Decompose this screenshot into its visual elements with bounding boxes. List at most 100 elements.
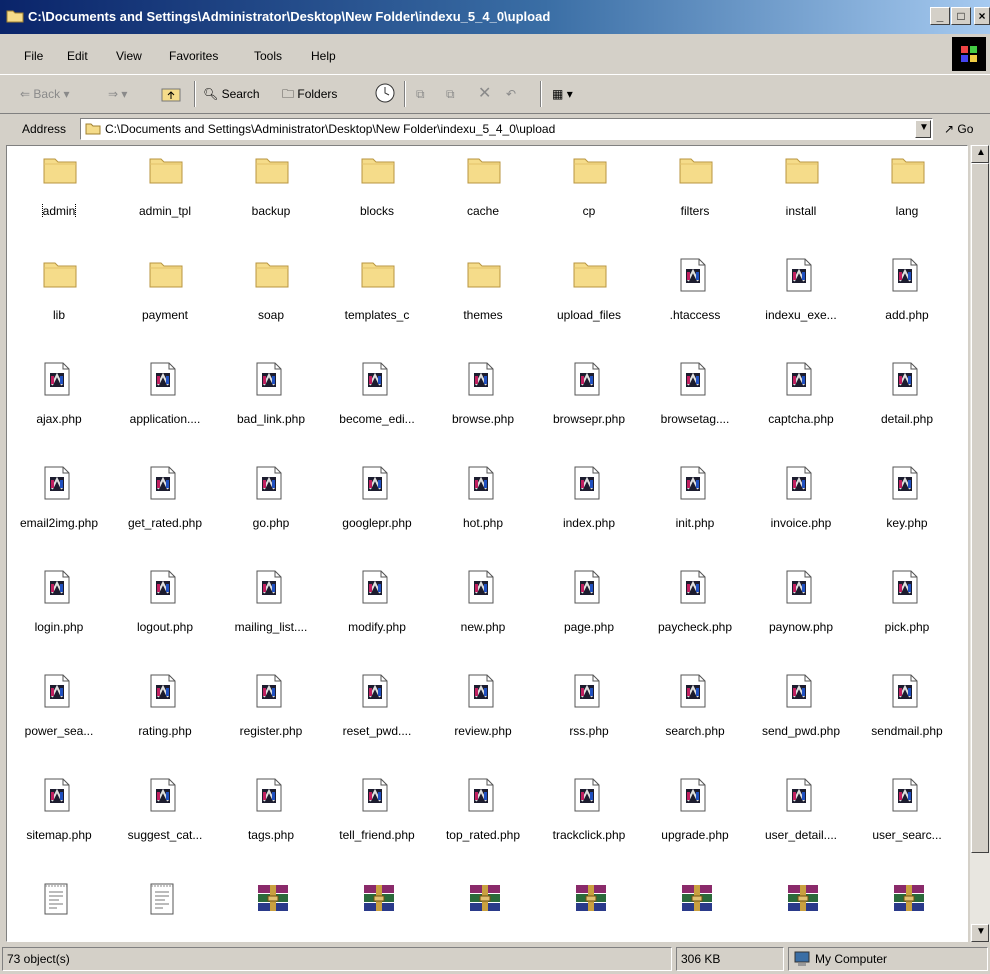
maximize-button[interactable]: □ bbox=[951, 7, 971, 25]
file-item[interactable]: googlepr.php bbox=[325, 466, 429, 570]
file-item[interactable]: email2img.php bbox=[7, 466, 111, 570]
file-item[interactable]: power_sea... bbox=[7, 674, 111, 778]
folder-item[interactable]: lang bbox=[855, 154, 959, 258]
file-item[interactable]: rating.php bbox=[113, 674, 217, 778]
menu-favorites[interactable]: Favorites bbox=[169, 49, 218, 63]
forward-button[interactable]: ⇒ ▾ bbox=[108, 82, 127, 106]
history-button[interactable] bbox=[374, 82, 396, 106]
menu-edit[interactable]: Edit bbox=[67, 49, 88, 63]
folder-item[interactable]: cache bbox=[431, 154, 535, 258]
menu-view[interactable]: View bbox=[116, 49, 142, 63]
file-item[interactable] bbox=[537, 882, 641, 941]
file-item[interactable]: suggest_cat... bbox=[113, 778, 217, 882]
folder-item[interactable]: templates_c bbox=[325, 258, 429, 362]
file-item[interactable] bbox=[219, 882, 323, 941]
file-item[interactable]: paycheck.php bbox=[643, 570, 747, 674]
file-item[interactable]: application.... bbox=[113, 362, 217, 466]
menu-file[interactable]: File bbox=[24, 49, 43, 63]
move-to-button[interactable]: ⧉ bbox=[416, 82, 425, 106]
file-item[interactable]: index.php bbox=[537, 466, 641, 570]
file-item[interactable] bbox=[431, 882, 535, 941]
file-item[interactable]: review.php bbox=[431, 674, 535, 778]
back-button[interactable]: ⇐ Back ▾ bbox=[20, 82, 69, 106]
file-item[interactable] bbox=[7, 882, 111, 941]
folder-item[interactable]: cp bbox=[537, 154, 641, 258]
file-item[interactable]: tags.php bbox=[219, 778, 323, 882]
file-item[interactable]: indexu_exe... bbox=[749, 258, 853, 362]
file-item[interactable]: search.php bbox=[643, 674, 747, 778]
file-item[interactable]: trackclick.php bbox=[537, 778, 641, 882]
undo-button[interactable]: ↶ bbox=[506, 82, 516, 106]
file-item[interactable] bbox=[855, 882, 959, 941]
file-item[interactable]: login.php bbox=[7, 570, 111, 674]
file-item[interactable]: captcha.php bbox=[749, 362, 853, 466]
file-item[interactable]: go.php bbox=[219, 466, 323, 570]
file-item[interactable]: user_detail.... bbox=[749, 778, 853, 882]
folder-item[interactable]: soap bbox=[219, 258, 323, 362]
folders-button[interactable]: 🗀 Folders bbox=[282, 82, 337, 106]
close-button[interactable]: × bbox=[974, 7, 990, 25]
folder-item[interactable]: filters bbox=[643, 154, 747, 258]
delete-button[interactable]: ✕ bbox=[478, 82, 491, 106]
file-item[interactable]: top_rated.php bbox=[431, 778, 535, 882]
file-item[interactable]: mailing_list.... bbox=[219, 570, 323, 674]
file-item[interactable]: key.php bbox=[855, 466, 959, 570]
file-item[interactable]: logout.php bbox=[113, 570, 217, 674]
folder-item[interactable]: payment bbox=[113, 258, 217, 362]
file-item[interactable] bbox=[113, 882, 217, 941]
file-item[interactable]: sendmail.php bbox=[855, 674, 959, 778]
menu-help[interactable]: Help bbox=[311, 49, 336, 63]
file-list[interactable]: admin admin_tpl backup blocks cache cp filters… bbox=[6, 145, 968, 942]
views-button[interactable]: ▦ ▾ bbox=[552, 82, 573, 106]
file-item[interactable]: detail.php bbox=[855, 362, 959, 466]
address-input[interactable]: C:\Documents and Settings\Administrator\… bbox=[80, 118, 933, 140]
scroll-down-button[interactable]: ▼ bbox=[971, 924, 989, 942]
file-item[interactable]: .htaccess bbox=[643, 258, 747, 362]
file-item[interactable]: add.php bbox=[855, 258, 959, 362]
file-item[interactable]: pick.php bbox=[855, 570, 959, 674]
folder-item[interactable]: lib bbox=[7, 258, 111, 362]
file-item[interactable]: hot.php bbox=[431, 466, 535, 570]
file-item[interactable]: ajax.php bbox=[7, 362, 111, 466]
folder-item[interactable]: upload_files bbox=[537, 258, 641, 362]
folder-item[interactable]: install bbox=[749, 154, 853, 258]
file-item[interactable]: tell_friend.php bbox=[325, 778, 429, 882]
file-item[interactable]: become_edi... bbox=[325, 362, 429, 466]
file-item[interactable]: send_pwd.php bbox=[749, 674, 853, 778]
folder-item[interactable]: admin bbox=[7, 154, 111, 258]
vertical-scrollbar[interactable]: ▲ ▼ bbox=[970, 145, 990, 942]
minimize-button[interactable]: _ bbox=[930, 7, 950, 25]
file-item[interactable]: bad_link.php bbox=[219, 362, 323, 466]
scroll-thumb[interactable] bbox=[971, 163, 989, 853]
address-dropdown-button[interactable]: ▼ bbox=[915, 120, 931, 138]
file-item[interactable]: browse.php bbox=[431, 362, 535, 466]
folder-item[interactable]: admin_tpl bbox=[113, 154, 217, 258]
scroll-up-button[interactable]: ▲ bbox=[971, 145, 989, 163]
folder-item[interactable]: blocks bbox=[325, 154, 429, 258]
file-item[interactable]: new.php bbox=[431, 570, 535, 674]
file-item[interactable]: browsetag.... bbox=[643, 362, 747, 466]
folder-item[interactable]: themes bbox=[431, 258, 535, 362]
go-button[interactable]: ↗ Go bbox=[944, 122, 973, 136]
file-item[interactable]: sitemap.php bbox=[7, 778, 111, 882]
file-item[interactable]: user_searc... bbox=[855, 778, 959, 882]
title-bar[interactable]: C:\Documents and Settings\Administrator\… bbox=[0, 0, 990, 34]
copy-to-button[interactable]: ⧉ bbox=[446, 82, 455, 106]
file-item[interactable] bbox=[749, 882, 853, 941]
file-item[interactable] bbox=[643, 882, 747, 941]
file-item[interactable]: upgrade.php bbox=[643, 778, 747, 882]
file-item[interactable]: reset_pwd.... bbox=[325, 674, 429, 778]
folder-item[interactable]: backup bbox=[219, 154, 323, 258]
file-item[interactable]: rss.php bbox=[537, 674, 641, 778]
file-item[interactable]: invoice.php bbox=[749, 466, 853, 570]
file-item[interactable]: get_rated.php bbox=[113, 466, 217, 570]
file-item[interactable]: modify.php bbox=[325, 570, 429, 674]
menu-tools[interactable]: Tools bbox=[254, 49, 282, 63]
file-item[interactable]: browsepr.php bbox=[537, 362, 641, 466]
search-button[interactable]: 🔍︎ Search bbox=[203, 82, 260, 106]
file-item[interactable]: register.php bbox=[219, 674, 323, 778]
file-item[interactable]: init.php bbox=[643, 466, 747, 570]
file-item[interactable]: paynow.php bbox=[749, 570, 853, 674]
file-item[interactable] bbox=[325, 882, 429, 941]
up-folder-button[interactable] bbox=[160, 82, 182, 106]
